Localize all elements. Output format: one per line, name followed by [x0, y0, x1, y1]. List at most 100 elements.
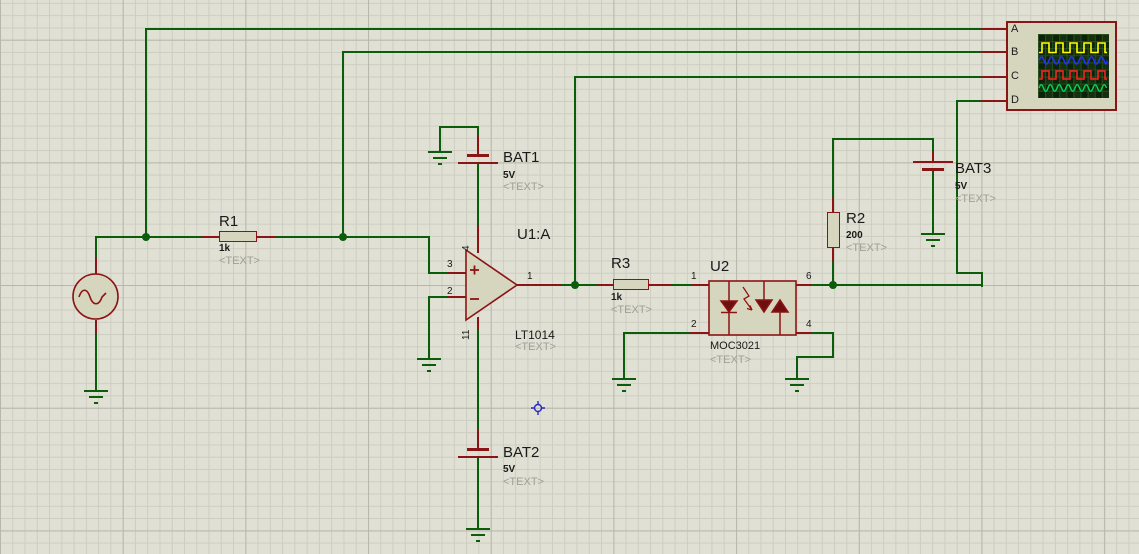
r1-text-placeholder: <TEXT> [219, 255, 260, 267]
stub-scope-d [981, 100, 1006, 102]
scope-channel-a-label: A [1011, 23, 1019, 35]
opamp-text-placeholder: <TEXT> [515, 341, 556, 353]
bat2-value-label: 5V [503, 464, 516, 475]
stub-r2-top [832, 197, 834, 212]
wire-pin2[interactable] [428, 296, 447, 298]
wire-scope-d[interactable] [957, 100, 981, 102]
wire-u2-pin2-h[interactable] [624, 332, 690, 334]
wire-u2-pin4-h2[interactable] [797, 356, 834, 358]
r3-text-placeholder: <TEXT> [611, 304, 652, 316]
resistor-r1-body[interactable] [219, 231, 257, 242]
scope-channel-d-label: D [1011, 94, 1019, 106]
origin-marker-icon [531, 401, 545, 415]
stub-r1-left [201, 236, 219, 238]
wire-source-bottom[interactable] [95, 334, 97, 390]
stub-bat2-top [477, 430, 479, 449]
trace-channel-b [1038, 56, 1108, 65]
junction-dot [571, 281, 579, 289]
opamp-pin3-number: 3 [447, 259, 453, 270]
scope-channel-b-label: B [1011, 46, 1019, 58]
bat1-value-label: 5V [503, 170, 516, 181]
resistor-r3-body[interactable] [613, 279, 649, 290]
ground-symbol[interactable] [785, 378, 809, 393]
wire-pin2-ground[interactable] [428, 296, 430, 358]
wire-bat1-top[interactable] [477, 126, 479, 136]
ground-symbol[interactable] [417, 358, 441, 373]
ground-symbol[interactable] [428, 151, 452, 166]
wire-bat3-top[interactable] [932, 138, 934, 151]
optocoupler-symbol[interactable] [707, 279, 799, 337]
ground-symbol[interactable] [84, 390, 108, 405]
wire-scope-a[interactable] [146, 28, 981, 30]
r2-ref-label: R2 [846, 210, 866, 227]
opamp-pin4-number: 4 [461, 245, 472, 251]
stub-bat1-top [477, 136, 479, 155]
wire-jog-top[interactable] [956, 272, 983, 274]
wire-u2-pin4-v[interactable] [832, 332, 834, 358]
r2-text-placeholder: <TEXT> [846, 242, 887, 254]
stub-r1-right [257, 236, 275, 238]
u2-part-label: MOC3021 [710, 340, 761, 352]
resistor-r2-body[interactable] [827, 212, 840, 248]
stub-r3-left [598, 284, 613, 286]
opamp-symbol[interactable] [460, 242, 522, 326]
schematic-canvas[interactable]: A B C D R1 1k <TEXT> R3 1k <TEXT> R2 200… [0, 0, 1139, 554]
wire-r2-top-v[interactable] [832, 138, 834, 197]
stub-scope-a [981, 28, 1006, 30]
wire-u2-pin4-v2[interactable] [796, 356, 798, 378]
oscilloscope-body[interactable] [1006, 21, 1117, 111]
ground-symbol[interactable] [612, 378, 636, 393]
stub-opamp-out [516, 284, 562, 286]
wire-scope-c-vertical[interactable] [574, 76, 576, 286]
r1-value-label: 1k [219, 243, 231, 254]
bat3-ref-label: BAT3 [955, 160, 992, 177]
wire-bat3-ground[interactable] [932, 170, 934, 233]
opamp-pin2-number: 2 [447, 286, 453, 297]
ground-symbol[interactable] [921, 233, 945, 248]
bat2-text-placeholder: <TEXT> [503, 476, 544, 488]
wire-r3-left[interactable] [576, 284, 598, 286]
ground-symbol[interactable] [466, 528, 490, 543]
wire-r3-right[interactable] [672, 284, 691, 286]
wire-scope-c[interactable] [575, 76, 981, 78]
wire-main-right[interactable] [275, 236, 429, 238]
wire-bat1-gnd-h[interactable] [439, 126, 479, 128]
wire-u2-out[interactable] [834, 284, 983, 286]
r3-value-label: 1k [611, 292, 623, 303]
opamp-pin1-number: 1 [527, 271, 533, 282]
bat3-plate-long[interactable] [913, 161, 953, 163]
bat3-value-label: 5V [955, 181, 968, 192]
wire-scope-a-vertical[interactable] [145, 28, 147, 238]
bat3-plate-short[interactable] [922, 168, 944, 171]
stub-scope-b [981, 51, 1006, 53]
wire-bat1-gnd-v[interactable] [439, 127, 441, 151]
wire-pin11-to-bat2[interactable] [477, 330, 479, 430]
stub-r3-right [649, 284, 672, 286]
wire-r2-bat3-top[interactable] [833, 138, 933, 140]
u2-pin6-number: 6 [806, 271, 812, 282]
wire-u2-pin4-h[interactable] [812, 332, 833, 334]
bat2-plate-short[interactable] [467, 448, 489, 451]
bat1-plate-long[interactable] [458, 162, 498, 164]
wire-bat1-to-pin4[interactable] [477, 164, 479, 225]
opamp-ref-label: U1:A [517, 226, 551, 243]
junction-dot [142, 233, 150, 241]
scope-channel-c-label: C [1011, 70, 1019, 82]
u2-pin1-number: 1 [691, 271, 697, 282]
wire-scope-b[interactable] [343, 51, 981, 53]
wire-bat2-ground[interactable] [477, 458, 479, 528]
trace-channel-d [1038, 84, 1108, 92]
sine-source-symbol[interactable] [71, 272, 121, 322]
stub-scope-c [981, 76, 1006, 78]
wire-scope-b-vertical[interactable] [342, 51, 344, 238]
bat2-plate-long[interactable] [458, 456, 498, 458]
stub-source-bottom [95, 320, 97, 334]
bat1-plate-short[interactable] [467, 154, 489, 157]
opamp-part-label: LT1014 [515, 328, 555, 342]
wire-pin3[interactable] [428, 272, 447, 274]
wire-to-pin3-vertical[interactable] [428, 236, 430, 274]
wire-u2-pin2-v[interactable] [623, 332, 625, 378]
wire-source-top[interactable] [95, 236, 97, 258]
bat2-ref-label: BAT2 [503, 444, 540, 461]
trace-channel-a [1039, 42, 1107, 54]
